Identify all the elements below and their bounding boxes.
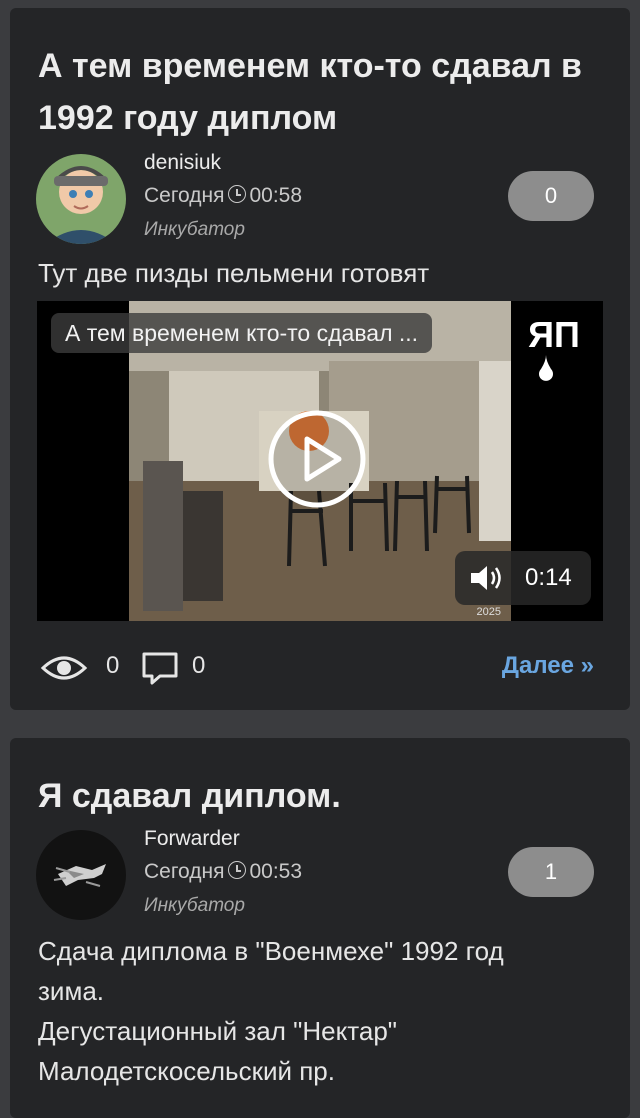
comment-icon[interactable] [140,650,180,686]
post-time: 00:53 [249,860,303,883]
clock-icon [228,185,247,203]
post-card: Я сдавал диплом. Forwarder Сегодня 00:53 … [10,738,630,1118]
volume-icon[interactable] [469,563,507,593]
post-date: Сегодня [144,860,225,883]
post-datetime: Сегодня 00:53 [144,860,302,884]
author-name[interactable]: Forwarder [144,827,240,851]
yp-logo: ЯП [517,311,591,381]
author-avatar[interactable] [36,830,126,920]
read-more-link[interactable]: Далее » [502,652,594,680]
comments-count[interactable]: 0 [192,652,205,680]
post-text-line: Малодетскосельский пр. [38,1056,335,1086]
rating-badge[interactable]: 1 [508,847,594,897]
post-text-line: Сдача диплома в "Военмехе" 1992 год [38,936,504,966]
post-text: Тут две пизды пельмени готовят [38,258,430,288]
author-avatar[interactable] [36,154,126,244]
video-controls: 0:14 [455,551,591,605]
post-text-line: зима. [38,976,105,1006]
post-date: Сегодня [144,184,225,207]
post-title[interactable]: А тем временем кто-то сдавал в 1992 году… [38,40,606,144]
video-watermark: 2025 [477,606,501,618]
author-name[interactable]: denisiuk [144,151,221,175]
post-text: Сдача диплома в "Военмехе" 1992 год зима… [38,931,606,1091]
post-datetime: Сегодня 00:58 [144,184,302,208]
post-card: А тем временем кто-то сдавал в 1992 году… [10,8,630,710]
play-icon[interactable] [267,409,367,509]
post-title[interactable]: Я сдавал диплом. [38,770,606,822]
video-title: А тем временем кто-то сдавал ... [51,313,433,353]
eye-icon [40,656,88,680]
video-duration: 0:14 [525,564,572,591]
post-category[interactable]: Инкубатор [144,219,245,241]
rating-badge[interactable]: 0 [508,171,594,221]
video-player[interactable]: 2025 А тем временем кто-то сдавал ... ЯП… [37,301,603,621]
logo-text: ЯП [528,314,580,355]
post-time: 00:58 [249,184,303,207]
views-count: 0 [106,652,120,679]
clock-icon [228,861,247,879]
post-text-line: Дегустационный зал "Нектар" [38,1016,398,1046]
post-category[interactable]: Инкубатор [144,895,245,917]
